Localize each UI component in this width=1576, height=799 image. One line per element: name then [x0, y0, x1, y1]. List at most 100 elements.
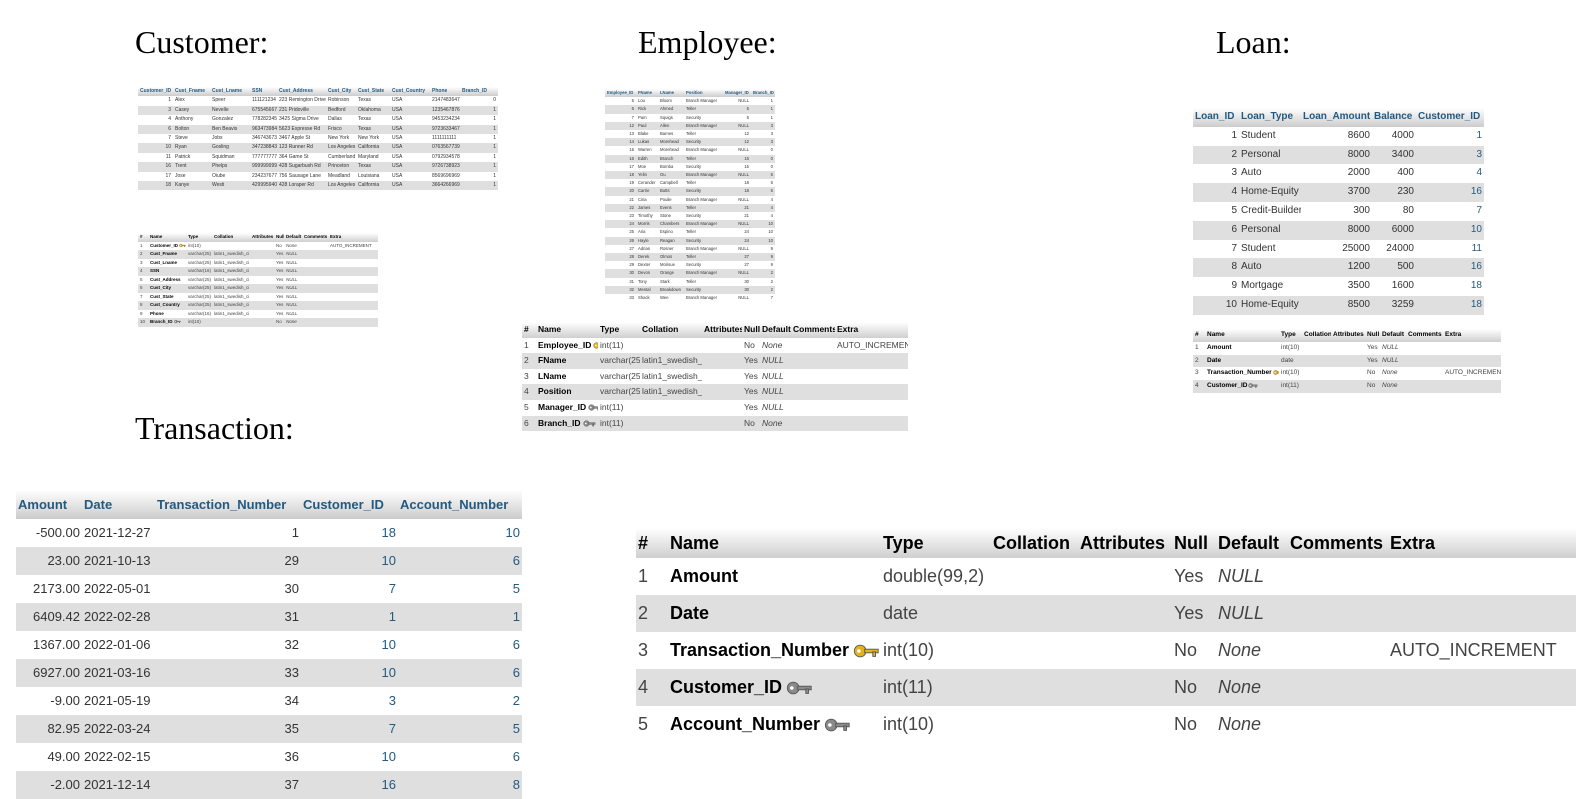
customer-data-column-header[interactable]: Cust_Lname	[210, 87, 250, 96]
cell-type: varchar(25)	[186, 259, 212, 268]
transaction-data-column-header[interactable]: Customer_ID	[301, 490, 398, 519]
customer-data-column-header[interactable]: Cust_Country	[390, 87, 430, 96]
loan-data-column-header[interactable]: Loan_Amount	[1301, 108, 1372, 127]
table-cell: New York	[356, 134, 390, 143]
table-cell: 7	[751, 294, 775, 302]
table-cell: 3664266969	[430, 181, 460, 190]
customer-data-column-header[interactable]: Branch_ID	[460, 87, 498, 96]
customer-data-column-header[interactable]: Phone	[430, 87, 460, 96]
transaction-structure-column-header: Comments	[1288, 528, 1388, 558]
loan-data-column-header[interactable]: Loan_ID	[1193, 108, 1239, 127]
table-cell: 1	[460, 134, 498, 143]
table-cell: 1	[460, 125, 498, 134]
table-cell: 30	[605, 269, 636, 277]
table-cell: 80	[1372, 202, 1416, 221]
loan-data-column-header[interactable]: Loan_Type	[1239, 108, 1301, 127]
table-cell: 8600	[1301, 127, 1372, 146]
cell-null: Yes	[274, 310, 284, 319]
table-cell: 49.00	[16, 743, 82, 771]
cell-default: NULL	[284, 267, 302, 276]
cell-num: 2	[522, 353, 536, 369]
employee-data-column-header[interactable]: Manager_ID	[723, 89, 751, 97]
table-cell: Teller	[684, 278, 723, 286]
table-cell: NULL	[723, 220, 751, 228]
customer-data-column-header[interactable]: Cust_State	[356, 87, 390, 96]
employee-data-column-header[interactable]: Branch_ID	[751, 89, 775, 97]
table-cell: 4	[1416, 164, 1484, 183]
cell-collation	[640, 416, 702, 432]
employee-data-column-header[interactable]: Employee_ID	[605, 89, 636, 97]
employee-structure-column-header: Extra	[835, 322, 908, 338]
table-cell: 16	[1416, 183, 1484, 202]
table-row: 32MentalBreakdownSecurity302	[605, 286, 775, 294]
customer-data-column-header[interactable]: Cust_Fname	[173, 87, 210, 96]
table-cell: James	[636, 204, 658, 212]
table-row: 1Amountdouble(99,2)YesNULL	[636, 558, 1576, 595]
cell-collation: latin1_swedish_ci	[212, 267, 250, 276]
transaction-structure-table-wrap: #NameTypeCollationAttributesNullDefaultC…	[636, 528, 1576, 743]
table-cell: Cina	[636, 196, 658, 204]
table-cell: NULL	[723, 245, 751, 253]
transaction-data-column-header[interactable]: Amount	[16, 490, 82, 519]
transaction-data-column-header[interactable]: Account_Number	[398, 490, 522, 519]
table-cell: 17	[605, 163, 636, 171]
loan-data-column-header[interactable]: Balance	[1372, 108, 1416, 127]
table-cell: Derek	[636, 253, 658, 261]
cell-extra	[1443, 355, 1501, 368]
customer-data-column-header[interactable]: Cust_City	[326, 87, 356, 96]
table-cell: 16	[138, 162, 173, 171]
cell-name: Account_Number	[668, 706, 881, 743]
cell-type: int(11)	[598, 416, 640, 432]
customer-data-column-header[interactable]: Cust_Address	[277, 87, 326, 96]
cell-num: 6	[522, 416, 536, 432]
loan-data-column-header[interactable]: Customer_ID	[1416, 108, 1484, 127]
table-cell: Pam	[636, 114, 658, 122]
table-cell: Morisue	[658, 261, 684, 269]
loan-structure-column-header: #	[1193, 329, 1205, 342]
table-row: 16TrentPhelps999999999428 Sugarbush RdPr…	[138, 162, 498, 171]
loan-structure-column-header: Name	[1205, 329, 1279, 342]
column-name: Transaction_Number	[670, 640, 849, 660]
table-cell: Personal	[1239, 146, 1301, 165]
table-cell: 30	[723, 278, 751, 286]
table-row: 5Cust_Addressvarchar(25)latin1_swedish_c…	[138, 276, 378, 285]
cell-comments	[791, 369, 835, 385]
table-cell: 3	[1416, 146, 1484, 165]
table-cell: 7	[605, 114, 636, 122]
table-row: -500.002021-12-2711810	[16, 519, 522, 547]
table-row: 26HayleReaganSecurity2410	[605, 237, 775, 245]
cell-attributes	[250, 250, 274, 259]
table-cell: 234237677	[250, 172, 277, 181]
employee-data-column-header[interactable]: Position	[684, 89, 723, 97]
table-cell: 6	[751, 171, 775, 179]
cell-comments	[302, 250, 328, 259]
table-cell: 1	[460, 162, 498, 171]
cell-collation	[991, 632, 1078, 669]
employee-data-column-header[interactable]: LName	[658, 89, 684, 97]
transaction-data-column-header[interactable]: Date	[82, 490, 155, 519]
customer-data-column-header[interactable]: SSN	[250, 87, 277, 96]
table-row: 49.002022-02-1536106	[16, 743, 522, 771]
cell-name: SSN	[148, 267, 186, 276]
table-row: 82.952022-03-243575	[16, 715, 522, 743]
cell-extra	[1388, 558, 1576, 595]
table-cell: 2	[751, 286, 775, 294]
cell-type: int(10)	[186, 242, 212, 251]
table-cell: 16	[605, 155, 636, 163]
cell-null: Yes	[1172, 595, 1216, 632]
table-cell: Stark	[658, 278, 684, 286]
table-cell: 6000	[1372, 221, 1416, 240]
employee-data-column-header[interactable]: FName	[636, 89, 658, 97]
table-cell: Morehead	[658, 138, 684, 146]
customer-structure-column-header: Type	[186, 233, 212, 242]
customer-data-column-header[interactable]: Customer_ID	[138, 87, 173, 96]
cell-name: Cust_Lname	[148, 259, 186, 268]
cell-default: NULL	[760, 353, 791, 369]
table-row: 1AlexSpeer111121234223 Remington DriveRo…	[138, 96, 498, 105]
table-row: 9Phonevarchar(16)latin1_swedish_ciYesNUL…	[138, 310, 378, 319]
cell-comments	[302, 310, 328, 319]
table-cell: USA	[390, 125, 430, 134]
transaction-data-column-header[interactable]: Transaction_Number	[155, 490, 301, 519]
table-cell: NULL	[723, 196, 751, 204]
table-cell: Frisco	[326, 125, 356, 134]
